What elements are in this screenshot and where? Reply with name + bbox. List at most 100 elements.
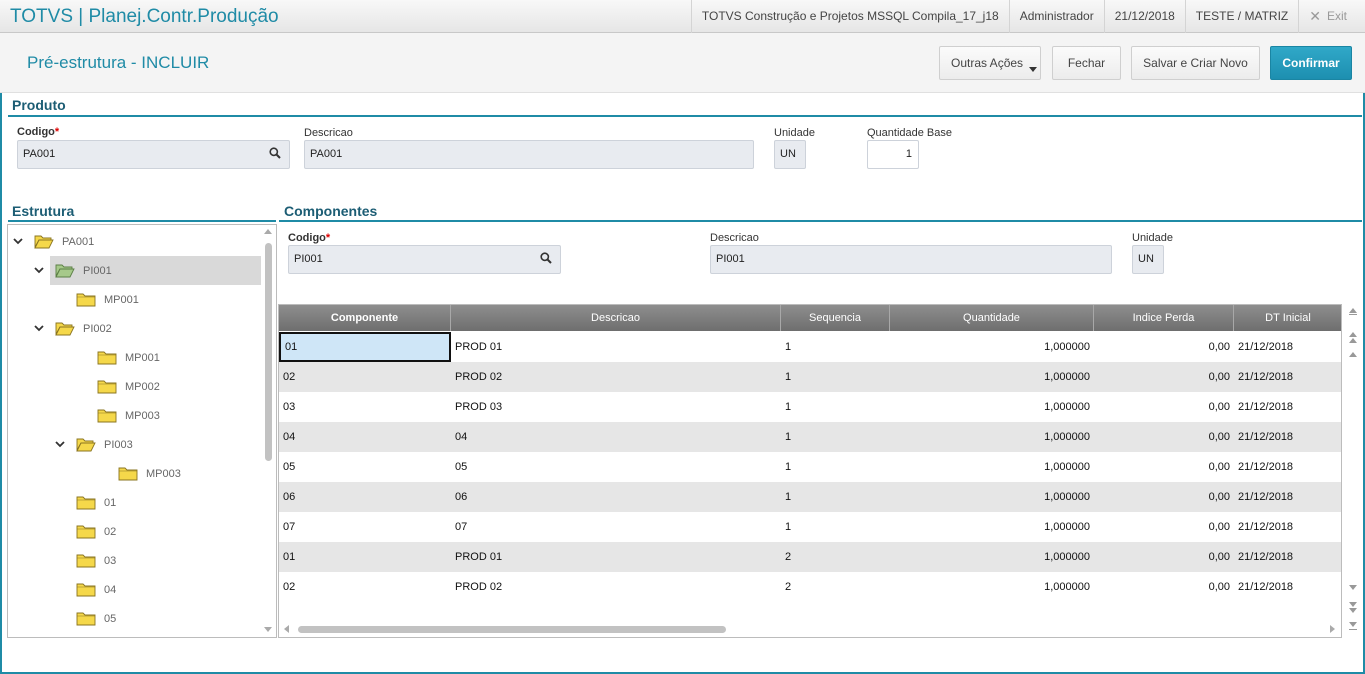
column-header[interactable]: Componente [279, 305, 451, 331]
table-cell[interactable]: 06 [451, 482, 781, 512]
table-cell[interactable]: 04 [279, 422, 451, 452]
table-cell[interactable]: PROD 03 [451, 392, 781, 422]
tree-node[interactable]: MP003 [8, 459, 258, 488]
table-cell[interactable]: 0,00 [1094, 422, 1234, 452]
first-record-icon[interactable] [1349, 308, 1357, 313]
table-cell[interactable]: 0,00 [1094, 542, 1234, 572]
tree-node[interactable]: 02 [8, 517, 258, 546]
column-header[interactable]: Indice Perda [1094, 305, 1234, 331]
table-cell[interactable]: 0,00 [1094, 512, 1234, 542]
tree-scrollbar[interactable] [262, 225, 274, 637]
tree-scroll-thumb[interactable] [265, 243, 272, 461]
tree-node[interactable]: MP001 [8, 285, 258, 314]
table-cell[interactable]: 05 [279, 452, 451, 482]
table-cell[interactable]: 21/12/2018 [1234, 572, 1341, 602]
table-cell[interactable]: PROD 01 [451, 332, 781, 362]
table-cell[interactable]: 0,00 [1094, 572, 1234, 602]
table-row[interactable]: 02 PROD 02 2 1,000000 0,00 21/12/2018 [279, 572, 1341, 602]
table-cell[interactable]: 07 [451, 512, 781, 542]
table-cell[interactable]: 05 [451, 452, 781, 482]
table-cell[interactable]: 02 [279, 572, 451, 602]
table-row[interactable]: 05 05 1 1,000000 0,00 21/12/2018 [279, 452, 1341, 482]
tree-node[interactable]: MP003 [8, 401, 258, 430]
table-row[interactable]: 01 PROD 01 2 1,000000 0,00 21/12/2018 [279, 542, 1341, 572]
chevron-down-icon[interactable] [34, 265, 44, 278]
comp-unidade-input[interactable]: UN [1132, 245, 1164, 274]
componentes-grid[interactable]: Componente Descricao Sequencia Quantidade In… [278, 304, 1342, 638]
table-cell[interactable]: PROD 02 [451, 362, 781, 392]
table-cell[interactable]: 21/12/2018 [1234, 542, 1341, 572]
grid-hscroll-thumb[interactable] [298, 626, 726, 633]
quantidade-base-input[interactable]: 1 [867, 140, 919, 169]
column-header[interactable]: Sequencia [781, 305, 890, 331]
table-cell[interactable]: PROD 01 [451, 542, 781, 572]
table-cell[interactable]: 2 [781, 572, 890, 602]
tree-node[interactable]: 03 [8, 546, 258, 575]
chevron-down-icon[interactable] [13, 236, 23, 249]
scroll-left-icon[interactable] [284, 625, 289, 633]
prev-record-icon[interactable] [1349, 352, 1357, 357]
search-icon[interactable] [540, 252, 552, 264]
column-header[interactable]: Quantidade [890, 305, 1094, 331]
tree-node[interactable]: 05 [8, 604, 258, 633]
tree-node[interactable]: 01 [8, 488, 258, 517]
table-cell[interactable]: 0,00 [1094, 332, 1234, 362]
scroll-down-icon[interactable] [264, 627, 272, 632]
table-cell[interactable]: PROD 02 [451, 572, 781, 602]
table-cell[interactable]: 1,000000 [890, 362, 1094, 392]
table-cell[interactable]: 1,000000 [890, 572, 1094, 602]
tree-node[interactable]: PI002 [8, 314, 258, 343]
comp-descricao-input[interactable]: PI001 [710, 245, 1112, 274]
last-record-icon[interactable] [1349, 622, 1357, 627]
table-cell[interactable]: 1 [781, 392, 890, 422]
table-cell[interactable]: 03 [279, 392, 451, 422]
table-row[interactable]: 03 PROD 03 1 1,000000 0,00 21/12/2018 [279, 392, 1341, 422]
tree-node[interactable]: MP002 [8, 372, 258, 401]
table-cell[interactable]: 1 [781, 332, 890, 362]
produto-unidade-input[interactable]: UN [774, 140, 806, 169]
table-cell[interactable]: 21/12/2018 [1234, 452, 1341, 482]
tree-node[interactable]: PI003 [8, 430, 258, 459]
scroll-up-icon[interactable] [264, 229, 272, 234]
table-cell[interactable]: 1,000000 [890, 332, 1094, 362]
table-cell[interactable]: 1 [781, 482, 890, 512]
table-row[interactable]: 04 04 1 1,000000 0,00 21/12/2018 [279, 422, 1341, 452]
table-cell[interactable]: 1 [781, 362, 890, 392]
table-cell[interactable]: 1,000000 [890, 452, 1094, 482]
chevron-down-icon[interactable] [34, 323, 44, 336]
grid-hscrollbar[interactable] [279, 621, 1341, 637]
table-cell[interactable]: 21/12/2018 [1234, 422, 1341, 452]
tree-node[interactable]: MP001 [8, 343, 258, 372]
table-cell[interactable]: 07 [279, 512, 451, 542]
scroll-right-icon[interactable] [1330, 625, 1335, 633]
close-button[interactable]: Fechar [1052, 46, 1121, 80]
table-cell[interactable]: 1,000000 [890, 542, 1094, 572]
page-down-icon[interactable] [1349, 602, 1357, 607]
table-cell[interactable]: 21/12/2018 [1234, 332, 1341, 362]
estrutura-tree[interactable]: PA001 PI001 MP001 PI002 MP001 MP002 MP003 PI003… [7, 224, 277, 638]
save-and-new-button[interactable]: Salvar e Criar Novo [1131, 46, 1260, 80]
table-cell[interactable]: 0,00 [1094, 482, 1234, 512]
tree-node[interactable]: PA001 [8, 227, 258, 256]
exit-button[interactable]: ✕ Exit [1298, 0, 1357, 33]
table-cell[interactable]: 1,000000 [890, 422, 1094, 452]
table-cell[interactable]: 02 [279, 362, 451, 392]
table-row[interactable]: 06 06 1 1,000000 0,00 21/12/2018 [279, 482, 1341, 512]
table-cell[interactable]: 0,00 [1094, 362, 1234, 392]
chevron-down-icon[interactable] [55, 439, 65, 452]
table-cell[interactable]: 1 [781, 422, 890, 452]
table-cell[interactable]: 1,000000 [890, 392, 1094, 422]
table-cell[interactable]: 21/12/2018 [1234, 512, 1341, 542]
table-cell[interactable]: 01 [279, 332, 451, 362]
page-up-icon[interactable] [1349, 332, 1357, 337]
table-cell[interactable]: 1,000000 [890, 482, 1094, 512]
table-row[interactable]: 07 07 1 1,000000 0,00 21/12/2018 [279, 512, 1341, 542]
table-row[interactable]: 02 PROD 02 1 1,000000 0,00 21/12/2018 [279, 362, 1341, 392]
table-cell[interactable]: 04 [451, 422, 781, 452]
table-row[interactable]: 01 PROD 01 1 1,000000 0,00 21/12/2018 [279, 332, 1341, 362]
produto-descricao-input[interactable]: PA001 [304, 140, 754, 169]
table-cell[interactable]: 06 [279, 482, 451, 512]
table-cell[interactable]: 21/12/2018 [1234, 392, 1341, 422]
table-cell[interactable]: 0,00 [1094, 452, 1234, 482]
table-cell[interactable]: 2 [781, 542, 890, 572]
